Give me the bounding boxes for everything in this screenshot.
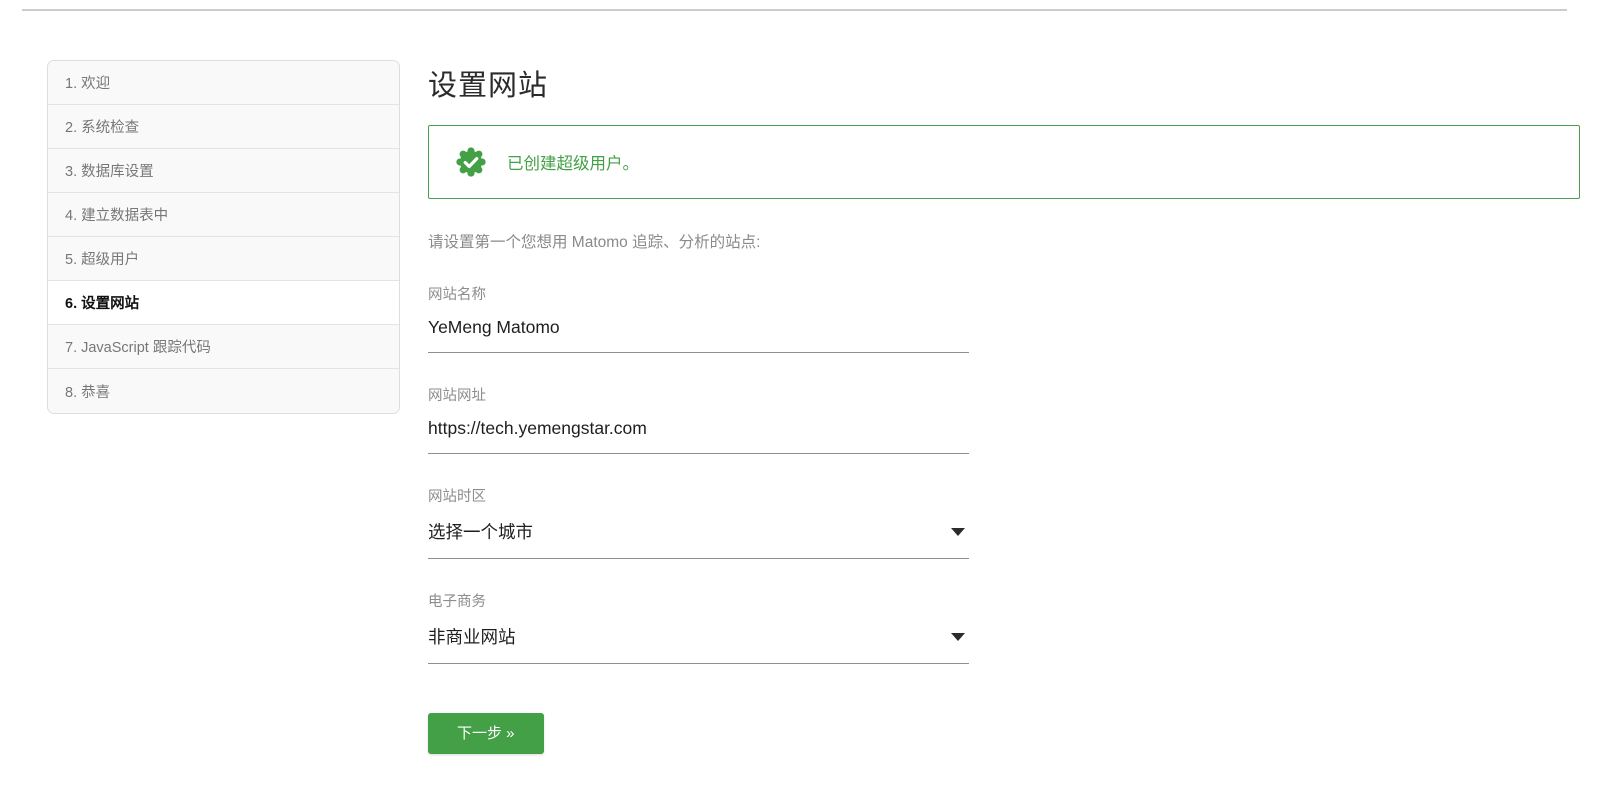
setup-description: 请设置第一个您想用 Matomo 追踪、分析的站点:	[428, 234, 761, 251]
sidebar-item-setup-website[interactable]: 6. 设置网站	[48, 281, 399, 325]
site-url-input[interactable]: https://tech.yemengstar.com	[428, 418, 969, 454]
timezone-selected-value: 选择一个城市	[428, 522, 533, 542]
success-message-text: 已创建超级用户。	[507, 155, 639, 173]
site-url-label: 网站网址	[428, 388, 486, 404]
site-name-value: YeMeng Matomo	[428, 317, 560, 337]
ecommerce-select[interactable]: 非商业网站	[428, 624, 969, 664]
site-url-value: https://tech.yemengstar.com	[428, 418, 647, 438]
installation-wizard: 1. 欢迎 2. 系统检查 3. 数据库设置 4. 建立数据表中 5. 超级用户…	[47, 60, 1580, 754]
sidebar-item-js-tracking-code[interactable]: 7. JavaScript 跟踪代码	[48, 325, 399, 369]
main-content: 设置网站 已创建超级用户。 请设置第一个您想用 Matomo 追踪、分析的站点:…	[428, 60, 1580, 754]
ecommerce-label: 电子商务	[428, 594, 486, 610]
page-title: 设置网站	[428, 70, 549, 102]
sidebar-item-system-check[interactable]: 2. 系统检查	[48, 105, 399, 149]
site-name-input[interactable]: YeMeng Matomo	[428, 317, 969, 353]
timezone-select[interactable]: 选择一个城市	[428, 519, 969, 559]
next-step-button[interactable]: 下一步 »	[428, 713, 544, 754]
form-group-ecommerce: 电子商务 非商业网站	[428, 590, 969, 664]
form-group-site-name: 网站名称 YeMeng Matomo	[428, 283, 969, 353]
ecommerce-selected-value: 非商业网站	[428, 627, 516, 647]
sidebar-item-congratulations[interactable]: 8. 恭喜	[48, 369, 399, 413]
sidebar-item-database-setup[interactable]: 3. 数据库设置	[48, 149, 399, 193]
success-message-box: 已创建超级用户。	[428, 125, 1580, 199]
check-seal-icon	[455, 146, 487, 178]
form-group-site-url: 网站网址 https://tech.yemengstar.com	[428, 384, 969, 454]
wizard-steps-sidebar: 1. 欢迎 2. 系统检查 3. 数据库设置 4. 建立数据表中 5. 超级用户…	[47, 60, 400, 414]
form-group-timezone: 网站时区 选择一个城市	[428, 485, 969, 559]
top-divider	[22, 9, 1567, 11]
sidebar-item-welcome[interactable]: 1. 欢迎	[48, 61, 399, 105]
sidebar-item-creating-tables[interactable]: 4. 建立数据表中	[48, 193, 399, 237]
timezone-label: 网站时区	[428, 489, 486, 505]
chevron-down-icon	[951, 632, 965, 641]
chevron-down-icon	[951, 527, 965, 536]
site-setup-form: 网站名称 YeMeng Matomo 网站网址 https://tech.yem…	[428, 283, 969, 754]
site-name-label: 网站名称	[428, 287, 486, 303]
sidebar-item-superuser[interactable]: 5. 超级用户	[48, 237, 399, 281]
